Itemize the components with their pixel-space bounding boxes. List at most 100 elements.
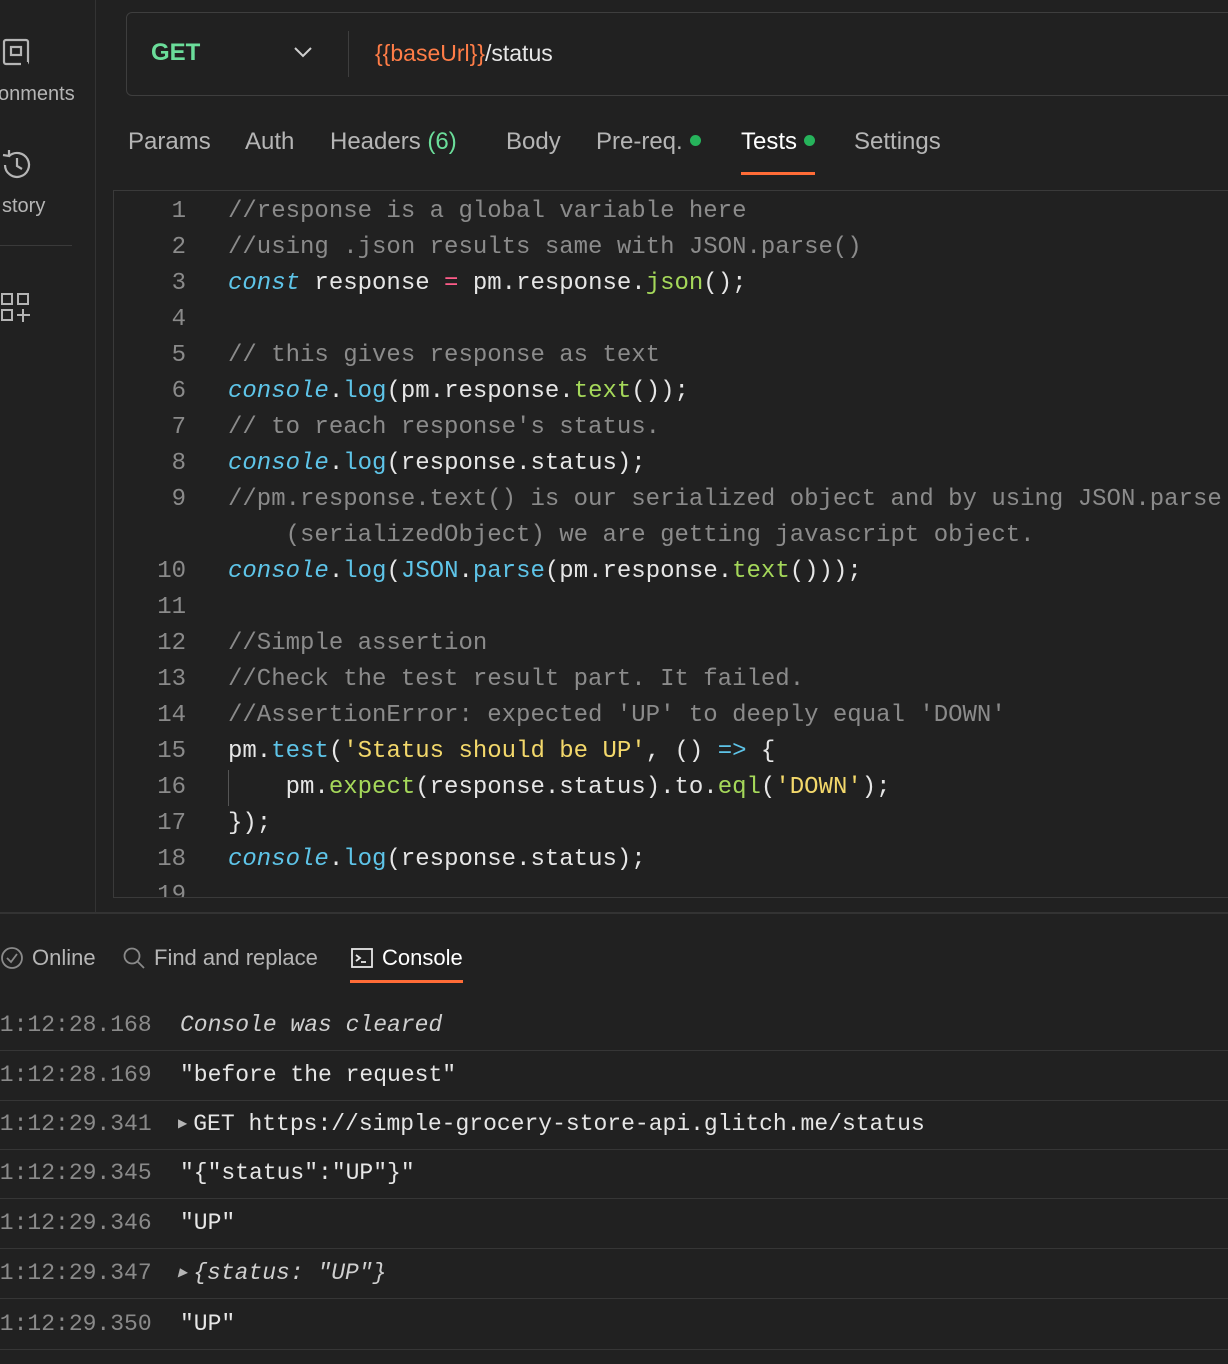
- code-line: 15 pm.test('Status should be UP', () => {: [114, 734, 1228, 770]
- code-text: console.log(response.status);: [228, 450, 646, 477]
- tab-label: Body: [506, 128, 561, 155]
- history-icon: [0, 148, 34, 187]
- code-text: //Check the test result part. It failed.: [228, 666, 805, 693]
- line-number: 3: [171, 270, 186, 297]
- tab-online[interactable]: Online: [0, 938, 96, 980]
- line-number: 14: [157, 702, 186, 729]
- tab-label: Find and replace: [154, 945, 318, 970]
- log-message: GET https://simple-grocery-store-api.gli…: [193, 1111, 925, 1137]
- sidebar-item-label: story: [2, 195, 46, 217]
- line-number: 9: [171, 486, 186, 513]
- tab-label: Headers: [330, 128, 421, 155]
- code-text: //AssertionError: expected 'UP' to deepl…: [228, 702, 1006, 729]
- chevron-down-icon: [293, 45, 313, 64]
- code-line: 18 console.log(response.status);: [114, 842, 1228, 878]
- code-line: 5 // this gives response as text: [114, 338, 1228, 374]
- code-line: 10 console.log(JSON.parse(pm.response.tex…: [114, 554, 1228, 590]
- check-circle-icon: [0, 945, 32, 970]
- sidebar-item-add-widget[interactable]: [0, 292, 95, 328]
- log-entry[interactable]: 11:12:29.350 "UP": [0, 1299, 1228, 1350]
- log-timestamp: 11:12:29.345: [0, 1160, 152, 1186]
- log-message: Console was cleared: [180, 1012, 443, 1038]
- tab-label: Pre-req.: [596, 128, 683, 155]
- code-line-wrap: (serializedObject) we are getting javasc…: [114, 518, 1228, 554]
- log-message-wrap: ▶ GET https://simple-grocery-store-api.gl…: [178, 1111, 925, 1137]
- code-text: console.log(response.status);: [228, 846, 646, 873]
- line-number: 18: [157, 846, 186, 873]
- expand-triangle-icon[interactable]: ▶: [178, 1117, 187, 1131]
- code-line: 8 console.log(response.status);: [114, 446, 1228, 482]
- code-text: console.log(pm.response.text());: [228, 378, 689, 405]
- tab-body[interactable]: Body: [506, 124, 561, 172]
- panel-divider: [0, 912, 1228, 914]
- tab-headers[interactable]: Headers (6): [330, 124, 457, 172]
- code-line: 12 //Simple assertion: [114, 626, 1228, 662]
- status-dot: [689, 135, 701, 146]
- log-entry[interactable]: 11:12:28.169 "before the request": [0, 1050, 1228, 1101]
- line-number: 13: [157, 666, 186, 693]
- status-dot: [804, 135, 816, 146]
- code-text: // to reach response's status.: [228, 414, 661, 441]
- code-line: 14 //AssertionError: expected 'UP' to dee…: [114, 698, 1228, 734]
- tab-tests[interactable]: Tests: [741, 124, 816, 175]
- code-line: 9 //pm.response.text() is our serialized …: [114, 482, 1228, 518]
- log-entry[interactable]: 11:12:29.345 "{"status":"UP"}": [0, 1148, 1228, 1199]
- log-timestamp: 11:12:29.347: [0, 1260, 152, 1286]
- tab-label: Console: [382, 945, 463, 970]
- url-path: /status: [484, 40, 553, 66]
- log-entry-request[interactable]: 11:12:29.341 ▶ GET https://simple-grocery-…: [0, 1099, 1228, 1150]
- log-entry[interactable]: 11:12:29.346 "UP": [0, 1198, 1228, 1249]
- sidebar-item-history[interactable]: story: [0, 148, 95, 224]
- line-number: 16: [157, 774, 186, 801]
- code-text: //Simple assertion: [228, 630, 488, 657]
- headers-count: (6): [427, 128, 457, 155]
- log-timestamp: 11:12:29.346: [0, 1210, 152, 1236]
- url-input[interactable]: {{baseUrl}}/status: [375, 40, 553, 67]
- code-line: 4: [114, 302, 1228, 338]
- code-editor[interactable]: 1 //response is a global variable here 2 /…: [113, 190, 1228, 898]
- code-line: 3 const response = pm.response.json();: [114, 266, 1228, 302]
- log-timestamp: 11:12:29.350: [0, 1311, 152, 1337]
- sidebar-item-environments[interactable]: onments: [0, 36, 95, 112]
- line-number: 11: [157, 594, 186, 621]
- line-number: 8: [171, 450, 186, 477]
- tab-auth[interactable]: Auth: [245, 124, 294, 172]
- method-label: GET: [151, 39, 201, 66]
- code-line: 7 // to reach response's status.: [114, 410, 1228, 446]
- tab-label: Auth: [245, 128, 295, 155]
- expand-triangle-icon[interactable]: ▶: [178, 1266, 187, 1280]
- code-line: 6 console.log(pm.response.text());: [114, 374, 1228, 410]
- code-line: 2 //using .json results same with JSON.pa…: [114, 230, 1228, 266]
- code-line: 16 pm.expect(response.status).to.eql('DO…: [114, 770, 1228, 806]
- log-entry[interactable]: 11:12:28.168 Console was cleared: [0, 1000, 1228, 1051]
- log-entry-object[interactable]: 11:12:29.347 ▶ {status: "UP"}: [0, 1248, 1228, 1299]
- tab-find-and-replace[interactable]: Find and replace: [122, 938, 318, 980]
- tab-settings[interactable]: Settings: [854, 124, 941, 172]
- line-number: 7: [171, 414, 186, 441]
- line-number: 17: [157, 810, 186, 837]
- tab-params[interactable]: Params: [128, 124, 211, 172]
- line-number: 5: [171, 342, 186, 369]
- code-line: 13 //Check the test result part. It faile…: [114, 662, 1228, 698]
- tab-console[interactable]: Console: [350, 938, 463, 983]
- log-message: {status: "UP"}: [193, 1260, 387, 1286]
- log-timestamp: 11:12:28.169: [0, 1062, 152, 1088]
- code-text: // this gives response as text: [228, 342, 661, 369]
- tab-pre-request[interactable]: Pre-req.: [596, 124, 701, 172]
- add-widget-icon: [0, 292, 34, 331]
- code-text: pm.test('Status should be UP', () => {: [228, 738, 776, 765]
- code-line: 17});: [114, 806, 1228, 842]
- sidebar-item-label: onments: [0, 83, 75, 105]
- tab-label: Params: [128, 128, 211, 155]
- code-text: //response is a global variable here: [228, 198, 747, 225]
- line-number: 15: [157, 738, 186, 765]
- log-message-wrap: ▶ {status: "UP"}: [178, 1260, 386, 1286]
- log-timestamp: 11:12:28.168: [0, 1012, 152, 1038]
- log-timestamp: 11:12:29.341: [0, 1111, 152, 1137]
- line-number: 19: [157, 882, 186, 898]
- bottom-panel-tabs: Online Find and replace Console: [0, 938, 1228, 983]
- sidebar-divider: [0, 245, 72, 246]
- method-select[interactable]: GET: [127, 13, 347, 95]
- console-icon: [350, 945, 382, 970]
- code-text: });: [228, 810, 272, 837]
